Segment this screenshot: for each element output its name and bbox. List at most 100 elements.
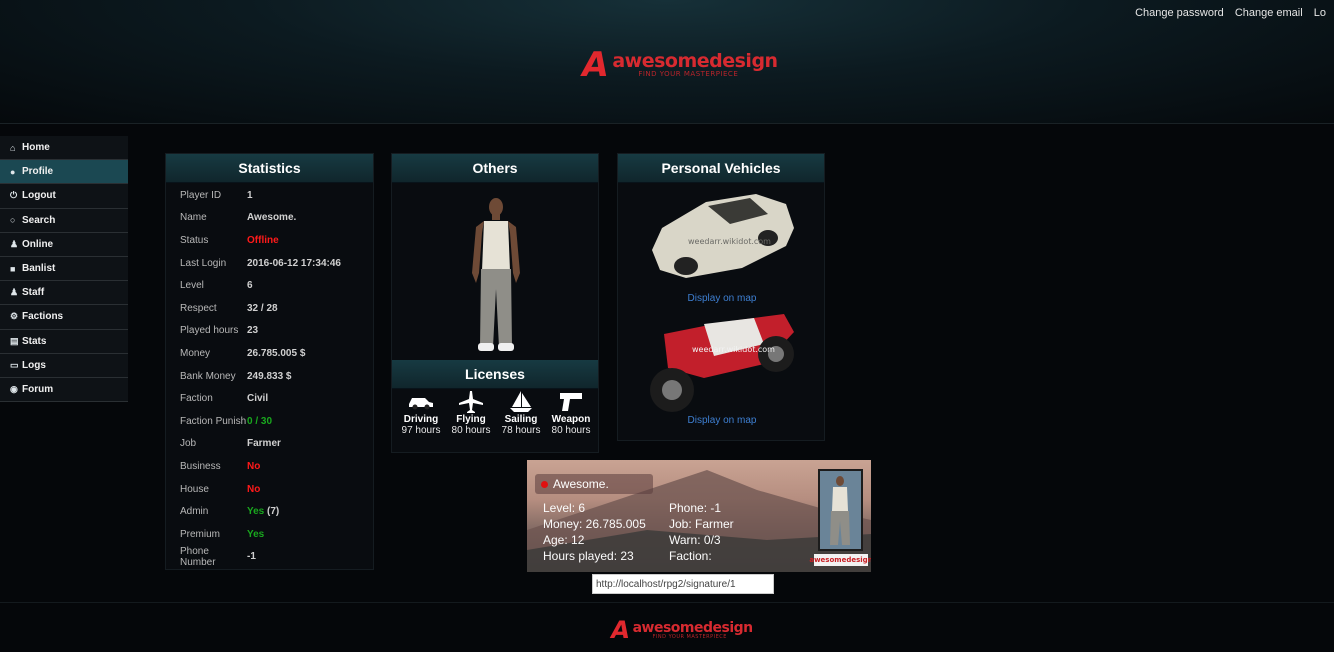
display-on-map-link-1[interactable]: Display on map xyxy=(618,293,826,304)
stats-row: Bank Money 249.833 $ xyxy=(166,365,373,388)
status-dot xyxy=(541,480,548,488)
change-email-link[interactable]: Change email xyxy=(1235,7,1303,19)
stats-value: 32 / 28 xyxy=(247,297,373,320)
vehicles-title: Personal Vehicles xyxy=(618,154,824,183)
signature-money: Money: 26.785.005 xyxy=(543,517,646,531)
sidebar-item-label: Factions xyxy=(22,311,64,323)
footer-logo: A awesomedesign FIND YOUR MASTERPIECE xyxy=(609,616,754,644)
stats-row: Played hours 23 xyxy=(166,320,373,343)
license-flying: Flying 80 hours xyxy=(447,390,495,436)
gun-icon xyxy=(560,393,582,411)
vehicle-watermark: weedarr.wikidot.com xyxy=(692,345,775,354)
users-icon: ♟ xyxy=(10,287,19,298)
stats-row: Name Awesome. xyxy=(166,207,373,230)
vehicle-car-image: weedarr.wikidot.com xyxy=(652,194,794,278)
sidebar-item-label: Staff xyxy=(22,287,45,299)
sidebar-item-logs[interactable]: ▭ Logs xyxy=(0,353,128,378)
gears-icon: ⚙ xyxy=(10,311,19,322)
signature-hours: Hours played: 23 xyxy=(543,549,634,563)
logout-top-link[interactable]: Lo xyxy=(1314,7,1326,19)
stats-key: Name xyxy=(180,212,207,224)
license-name: Flying xyxy=(456,414,486,425)
stats-value: Yes xyxy=(247,523,373,546)
stats-value: 2016-06-12 17:34:46 xyxy=(247,252,373,275)
stats-row: Respect 32 / 28 xyxy=(166,297,373,320)
signature-job: Job: Farmer xyxy=(669,517,734,531)
stats-value-text: 6 xyxy=(247,280,253,292)
stats-value-text: 32 / 28 xyxy=(247,302,278,314)
stats-value-text: Yes xyxy=(247,528,265,540)
licenses-area: Driving 97 hours Flying 80 hours Sailing… xyxy=(392,354,598,450)
account-links: Change password Change email Lo xyxy=(1135,7,1334,19)
stats-key: Admin xyxy=(180,506,209,518)
stats-key: Respect xyxy=(180,302,217,314)
license-driving: Driving 97 hours xyxy=(397,390,445,436)
stats-row: Status Offline xyxy=(166,229,373,252)
sidebar-item-factions[interactable]: ⚙ Factions xyxy=(0,305,128,330)
sidebar-item-home[interactable]: ⌂ Home xyxy=(0,136,128,161)
stats-value-text: Offline xyxy=(247,234,279,246)
stats-key: House xyxy=(180,483,209,495)
stats-value-text: Farmer xyxy=(247,438,281,450)
sidebar-item-label: Home xyxy=(22,142,50,154)
signature-faction: Faction: xyxy=(669,549,712,563)
display-on-map-link-2[interactable]: Display on map xyxy=(618,415,826,426)
search-icon: ○ xyxy=(10,215,16,226)
license-hours: 80 hours xyxy=(551,425,591,436)
stats-value-text: 1 xyxy=(247,189,253,201)
statistics-panel: Statistics Player ID 1 Name Awesome. Status O… xyxy=(165,153,374,570)
stats-value: Civil xyxy=(247,387,373,410)
signature-image: Awesome. Level: 6 Money: 26.785.005 Age:… xyxy=(527,460,871,572)
sidebar-item-logout[interactable]: ⏻ Logout xyxy=(0,184,128,209)
sidebar-item-label: Stats xyxy=(22,335,47,347)
stats-value: 0 / 30 xyxy=(247,410,373,433)
signature-level: Level: 6 xyxy=(543,501,586,515)
stats-value-text: No xyxy=(247,483,261,495)
stats-row: Business No xyxy=(166,455,373,478)
stats-value: Awesome. xyxy=(247,207,373,230)
stats-value-text: Civil xyxy=(247,393,269,405)
sidebar-item-stats[interactable]: ▤ Stats xyxy=(0,329,128,354)
license-name: Sailing xyxy=(504,414,538,425)
comments-icon: ◉ xyxy=(10,383,18,394)
license-name: Weapon xyxy=(551,414,591,425)
others-panel: Others Licenses Driving 97 hours Flying … xyxy=(391,153,599,453)
stats-row: Premium Yes xyxy=(166,523,373,546)
sidebar-item-staff[interactable]: ♟ Staff xyxy=(0,281,128,306)
signature-logo: awesomedesign xyxy=(809,554,871,566)
site-logo[interactable]: A awesomedesign FIND YOUR MASTERPIECE xyxy=(578,45,778,85)
stats-row: Player ID 1 xyxy=(166,184,373,207)
logo-tagline: FIND YOUR MASTERPIECE xyxy=(638,70,739,78)
car-icon xyxy=(409,398,433,410)
signature-phone: Phone: -1 xyxy=(669,501,722,515)
stats-icon: ▤ xyxy=(10,335,19,346)
license-hours: 80 hours xyxy=(451,425,491,436)
sidebar-item-forum[interactable]: ◉ Forum xyxy=(0,377,128,403)
sidebar-item-banlist[interactable]: ■ Banlist xyxy=(0,256,128,282)
signature-url-field[interactable]: http://localhost/rpg2/signature/1 xyxy=(592,574,774,594)
ban-icon: ■ xyxy=(10,263,16,274)
sidebar-item-online[interactable]: ♟ Online xyxy=(0,232,128,257)
stats-value-text: 23 xyxy=(247,325,259,337)
logo-brand: awesomedesign xyxy=(632,619,754,636)
vehicle-bike-image: weedarr.wikidot.com xyxy=(650,314,794,412)
stats-value-suffix: (7) xyxy=(264,506,280,518)
stats-value: 1 xyxy=(247,184,373,207)
stats-value: 26.785.005 $ xyxy=(247,342,373,365)
signature-age: Age: 12 xyxy=(543,533,585,547)
book-icon: ▭ xyxy=(10,359,19,370)
license-hours: 97 hours xyxy=(401,425,441,436)
logo-brand: awesomedesign xyxy=(612,50,778,72)
stats-value-text: No xyxy=(247,460,261,472)
stats-row: Phone Number -1 xyxy=(166,546,373,569)
license-name: Driving xyxy=(403,414,439,425)
sidebar-item-profile[interactable]: ● Profile xyxy=(0,160,128,185)
user-icon: ● xyxy=(10,166,16,177)
sidebar-item-search[interactable]: ○ Search xyxy=(0,208,128,233)
signature-name: Awesome. xyxy=(553,477,609,491)
stats-key: Money xyxy=(180,347,211,359)
license-hours: 78 hours xyxy=(501,425,541,436)
stats-row: Last Login 2016-06-12 17:34:46 xyxy=(166,252,373,275)
sidebar-item-label: Search xyxy=(22,214,56,226)
change-password-link[interactable]: Change password xyxy=(1135,7,1224,19)
